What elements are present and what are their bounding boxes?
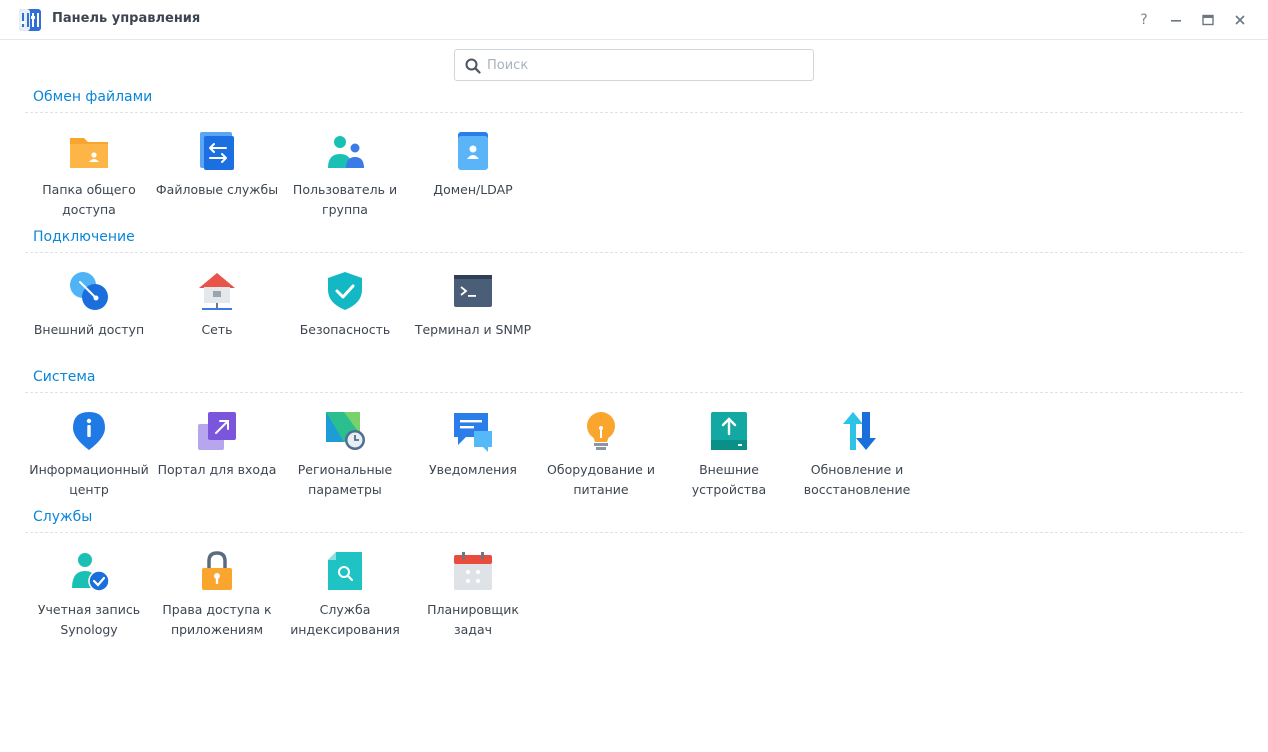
tile-label: Файловые службы	[155, 182, 279, 197]
tile-indexing-service[interactable]: Служба индексирования	[281, 540, 409, 640]
section-title-services: Службы	[33, 509, 93, 525]
app-privileges-icon	[202, 551, 232, 590]
tile-label: Служба индексирования	[290, 602, 400, 637]
tile-info-center[interactable]: Информационный центр	[25, 400, 153, 500]
tile-label: Сеть	[201, 322, 233, 337]
tile-label: Региональные параметры	[297, 462, 393, 497]
tile-label: Оборудование и питание	[547, 462, 655, 497]
search-input[interactable]	[487, 55, 807, 75]
file-services-icon	[200, 132, 234, 170]
minimize-button[interactable]	[1164, 8, 1188, 32]
tile-label: Обновление и восстановление	[803, 462, 911, 497]
tile-shared-folder[interactable]: Папка общего доступа	[25, 120, 153, 220]
external-access-icon	[70, 272, 108, 310]
tile-label: Уведомления	[429, 462, 517, 477]
tile-label: Информационный центр	[29, 462, 149, 497]
tile-label: Портал для входа	[157, 462, 277, 477]
close-button[interactable]	[1228, 8, 1252, 32]
tile-external-devices[interactable]: Внешние устройства	[665, 400, 793, 500]
tile-terminal-snmp[interactable]: Терминал и SNMP	[409, 260, 537, 360]
tile-label: Внешние устройства	[691, 462, 767, 497]
tile-file-services[interactable]: Файловые службы	[153, 120, 281, 220]
maximize-button[interactable]	[1196, 8, 1220, 32]
tile-login-portal[interactable]: Портал для входа	[153, 400, 281, 500]
tile-app-privileges[interactable]: Права доступа к приложениям	[153, 540, 281, 640]
synology-account-icon	[72, 553, 110, 592]
minimize-icon	[1171, 20, 1181, 22]
control-panel-app-icon	[19, 9, 41, 31]
tile-update-restore[interactable]: Обновление и восстановление	[793, 400, 921, 500]
info-center-icon	[73, 412, 105, 450]
shared-folder-icon	[70, 138, 108, 168]
tile-label: Права доступа к приложениям	[162, 602, 272, 637]
section-title-connectivity: Подключение	[33, 229, 135, 245]
tile-regional-options[interactable]: Региональные параметры	[281, 400, 409, 500]
domain-ldap-icon	[458, 132, 488, 170]
tile-label: Учетная запись Synology	[37, 602, 141, 637]
window-titlebar: Панель управления ?	[0, 0, 1268, 40]
search-box[interactable]	[454, 49, 814, 81]
user-group-icon	[328, 136, 364, 168]
network-icon	[199, 273, 235, 310]
section-title-system: Система	[33, 369, 96, 385]
login-portal-icon	[198, 412, 236, 450]
section-divider	[25, 532, 1243, 533]
section-divider	[25, 392, 1243, 393]
close-icon	[1235, 15, 1245, 25]
tile-label: Безопасность	[299, 322, 391, 337]
notification-icon	[454, 413, 492, 452]
window-title: Панель управления	[52, 11, 201, 26]
security-icon	[328, 272, 362, 310]
tile-notification[interactable]: Уведомления	[409, 400, 537, 500]
tile-label: Планировщик задач	[427, 602, 519, 637]
tile-synology-account[interactable]: Учетная запись Synology	[25, 540, 153, 640]
regional-options-icon	[326, 412, 365, 450]
indexing-service-icon	[328, 552, 362, 590]
maximize-icon	[1202, 14, 1214, 26]
tile-task-scheduler[interactable]: Планировщик задач	[409, 540, 537, 640]
tile-domain-ldap[interactable]: Домен/LDAP	[409, 120, 537, 220]
hardware-power-icon	[587, 412, 615, 450]
tile-label: Домен/LDAP	[433, 182, 513, 197]
tile-security[interactable]: Безопасность	[281, 260, 409, 360]
tile-label: Папка общего доступа	[42, 182, 136, 217]
external-devices-icon	[711, 412, 747, 450]
help-button[interactable]: ?	[1132, 8, 1156, 32]
tile-hardware-power[interactable]: Оборудование и питание	[537, 400, 665, 500]
tile-label: Терминал и SNMP	[414, 322, 532, 337]
search-icon	[465, 58, 481, 74]
tile-user-group[interactable]: Пользователь и группа	[281, 120, 409, 220]
update-restore-icon	[843, 412, 876, 450]
section-divider	[25, 112, 1243, 113]
section-divider	[25, 252, 1243, 253]
section-title-file-sharing: Обмен файлами	[33, 89, 153, 105]
tile-network[interactable]: Сеть	[153, 260, 281, 360]
tile-label: Внешний доступ	[33, 322, 145, 337]
tile-external-access[interactable]: Внешний доступ	[25, 260, 153, 360]
task-scheduler-icon	[454, 552, 492, 590]
tile-label: Пользователь и группа	[292, 182, 398, 217]
terminal-icon	[454, 275, 492, 307]
